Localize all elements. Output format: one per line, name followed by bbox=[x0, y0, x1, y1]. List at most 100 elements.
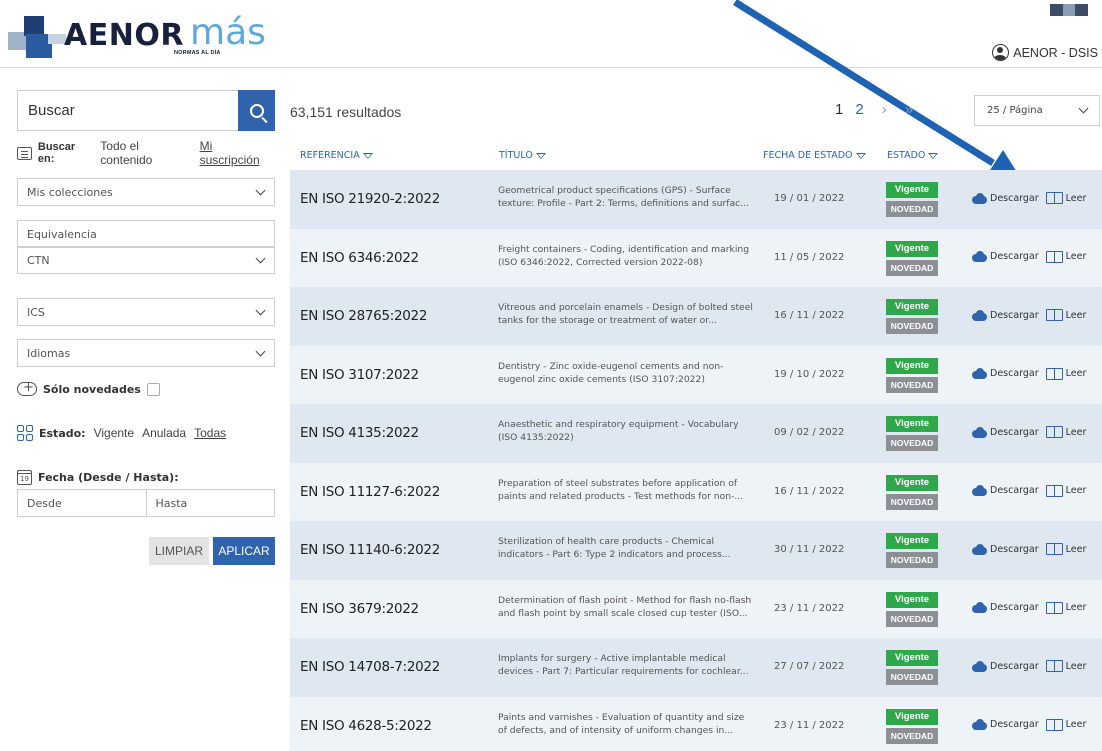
download-link[interactable]: Descargar bbox=[990, 485, 1039, 496]
ics-select-value: ICS bbox=[27, 305, 45, 319]
search-input[interactable] bbox=[18, 91, 238, 130]
per-page-value: 25 / Página bbox=[987, 105, 1043, 116]
last-page-button[interactable]: » bbox=[905, 101, 913, 118]
read-link[interactable]: Leer bbox=[1066, 602, 1087, 613]
scope-all-content[interactable]: Todo el contenido bbox=[100, 139, 193, 167]
row-title[interactable]: Vitreous and porcelain enamels - Design … bbox=[498, 301, 760, 327]
row-title[interactable]: Anaesthetic and respiratory equipment - … bbox=[498, 418, 760, 444]
table-row: EN ISO 28765:2022 Vitreous and porcelain… bbox=[290, 287, 1102, 346]
languages-select-value: Idiomas bbox=[27, 346, 71, 360]
search-button[interactable] bbox=[238, 90, 275, 131]
table-row: EN ISO 21920-2:2022 Geometrical product … bbox=[290, 170, 1102, 229]
read-link[interactable]: Leer bbox=[1066, 193, 1087, 204]
row-title[interactable]: Determination of flash point - Method fo… bbox=[498, 594, 760, 620]
column-header-title[interactable]: TÍTULO bbox=[499, 150, 546, 161]
read-link[interactable]: Leer bbox=[1066, 544, 1087, 555]
row-reference[interactable]: EN ISO 11140-6:2022 bbox=[300, 542, 440, 558]
download-link[interactable]: Descargar bbox=[990, 310, 1039, 321]
download-link[interactable]: Descargar bbox=[990, 251, 1039, 262]
row-date: 23 / 11 / 2022 bbox=[774, 719, 845, 731]
clear-button[interactable]: LIMPIAR bbox=[149, 537, 209, 565]
collections-select[interactable]: Mis colecciones bbox=[17, 178, 275, 206]
next-page-button[interactable]: › bbox=[882, 101, 887, 118]
download-link[interactable]: Descargar bbox=[990, 427, 1039, 438]
ctn-select[interactable]: CTN bbox=[17, 246, 275, 274]
read-link[interactable]: Leer bbox=[1066, 661, 1087, 672]
page-1[interactable]: 1 bbox=[835, 101, 843, 118]
read-link[interactable]: Leer bbox=[1066, 485, 1087, 496]
novedad-badge: NOVEDAD bbox=[886, 552, 938, 568]
row-reference[interactable]: EN ISO 6346:2022 bbox=[300, 250, 419, 266]
aenor-mas-logo[interactable]: AENOR más NORMAS AL DÍA bbox=[8, 10, 266, 62]
logo-text: AENOR bbox=[64, 18, 184, 53]
read-link[interactable]: Leer bbox=[1066, 719, 1087, 730]
collections-select-value: Mis colecciones bbox=[27, 185, 113, 199]
row-reference[interactable]: EN ISO 14708-7:2022 bbox=[300, 659, 440, 675]
download-link[interactable]: Descargar bbox=[990, 368, 1039, 379]
row-title[interactable]: Freight containers - Coding, identificat… bbox=[498, 243, 760, 269]
table-row: EN ISO 4135:2022 Anaesthetic and respira… bbox=[290, 404, 1102, 463]
only-new-checkbox[interactable] bbox=[146, 382, 160, 396]
vigente-badge: Vigente bbox=[886, 357, 938, 374]
novedad-badge: NOVEDAD bbox=[886, 610, 938, 627]
row-title-line-1: Paints and varnishes - Evaluation of qua… bbox=[498, 711, 745, 723]
row-title[interactable]: Paints and varnishes - Evaluation of qua… bbox=[498, 711, 760, 737]
download-link[interactable]: Descargar bbox=[990, 661, 1039, 672]
column-header-reference[interactable]: REFERENCIA bbox=[300, 150, 373, 161]
chevron-down-icon bbox=[255, 346, 266, 356]
read-link[interactable]: Leer bbox=[1066, 251, 1087, 262]
row-reference[interactable]: EN ISO 11127-6:2022 bbox=[300, 484, 440, 500]
row-actions: Descargar Leer bbox=[972, 309, 1086, 321]
ics-select[interactable]: ICS bbox=[17, 298, 275, 326]
row-title-line-2: (ISO 6346:2022, Corrected version 2022-0… bbox=[498, 256, 703, 268]
status-option-anulada[interactable]: Anulada bbox=[142, 426, 186, 440]
row-title[interactable]: Preparation of steel substrates before a… bbox=[498, 477, 760, 503]
row-reference[interactable]: EN ISO 4135:2022 bbox=[300, 425, 419, 441]
per-page-select[interactable]: 25 / Página bbox=[974, 95, 1100, 126]
search-scope-label: Buscar en: bbox=[37, 141, 76, 165]
read-link[interactable]: Leer bbox=[1066, 368, 1087, 379]
download-link[interactable]: Descargar bbox=[990, 719, 1039, 730]
row-reference[interactable]: EN ISO 3679:2022 bbox=[300, 601, 419, 617]
read-link[interactable]: Leer bbox=[1066, 310, 1087, 321]
status-option-todas[interactable]: Todas bbox=[194, 426, 226, 440]
row-reference[interactable]: EN ISO 4628-5:2022 bbox=[300, 718, 432, 734]
page-2[interactable]: 2 bbox=[855, 101, 863, 118]
date-from-input[interactable]: Desde bbox=[17, 489, 147, 517]
read-link[interactable]: Leer bbox=[1066, 427, 1087, 438]
table-row: EN ISO 4628-5:2022 Paints and varnishes … bbox=[290, 696, 1102, 751]
languages-select[interactable]: Idiomas bbox=[17, 339, 275, 367]
status-option-vigente[interactable]: Vigente bbox=[94, 426, 134, 440]
row-reference[interactable]: EN ISO 3107:2022 bbox=[300, 367, 419, 383]
calendar-icon: 19 bbox=[17, 470, 32, 485]
download-link[interactable]: Descargar bbox=[990, 602, 1039, 613]
column-header-status[interactable]: ESTADO bbox=[887, 150, 939, 161]
row-title[interactable]: Dentistry - Zinc oxide-eugenol cements a… bbox=[498, 360, 760, 386]
table-row: EN ISO 11127-6:2022 Preparation of steel… bbox=[290, 462, 1102, 521]
row-title[interactable]: Sterilization of health care products - … bbox=[498, 535, 760, 561]
vigente-badge: Vigente bbox=[886, 708, 938, 725]
row-title-line-2: of defects, and of intensity of uniform … bbox=[498, 724, 734, 736]
equivalence-input[interactable]: Equivalencia bbox=[17, 220, 275, 248]
row-reference[interactable]: EN ISO 28765:2022 bbox=[300, 308, 427, 324]
row-actions: Descargar Leer bbox=[972, 660, 1086, 672]
download-link[interactable]: Descargar bbox=[990, 544, 1039, 555]
cloud-download-icon bbox=[972, 660, 987, 672]
download-link[interactable]: Descargar bbox=[990, 193, 1039, 204]
row-title[interactable]: Geometrical product specifications (GPS)… bbox=[498, 184, 760, 210]
row-title-line-1: Freight containers - Coding, identificat… bbox=[498, 243, 750, 255]
date-to-input[interactable]: Hasta bbox=[146, 489, 275, 517]
user-menu[interactable]: AENOR - DSIS bbox=[992, 44, 1098, 61]
row-date: 19 / 01 / 2022 bbox=[774, 193, 845, 204]
row-title-line-2: eugenol zinc oxide cements (ISO 3107:202… bbox=[498, 373, 705, 385]
row-title[interactable]: Implants for surgery - Active implantabl… bbox=[498, 652, 760, 678]
cloud-download-icon bbox=[972, 192, 987, 204]
apply-button[interactable]: APLICAR bbox=[213, 537, 275, 565]
row-title-line-1: Implants for surgery - Active implantabl… bbox=[498, 653, 726, 664]
row-reference[interactable]: EN ISO 21920-2:2022 bbox=[300, 191, 440, 207]
column-header-date[interactable]: FECHA DE ESTADO bbox=[763, 150, 866, 161]
book-icon bbox=[1045, 484, 1063, 497]
scope-my-subscription[interactable]: Mi suscripción bbox=[200, 139, 275, 167]
row-date: 23 / 11 / 2022 bbox=[774, 602, 845, 614]
row-date: 30 / 11 / 2022 bbox=[774, 544, 845, 555]
